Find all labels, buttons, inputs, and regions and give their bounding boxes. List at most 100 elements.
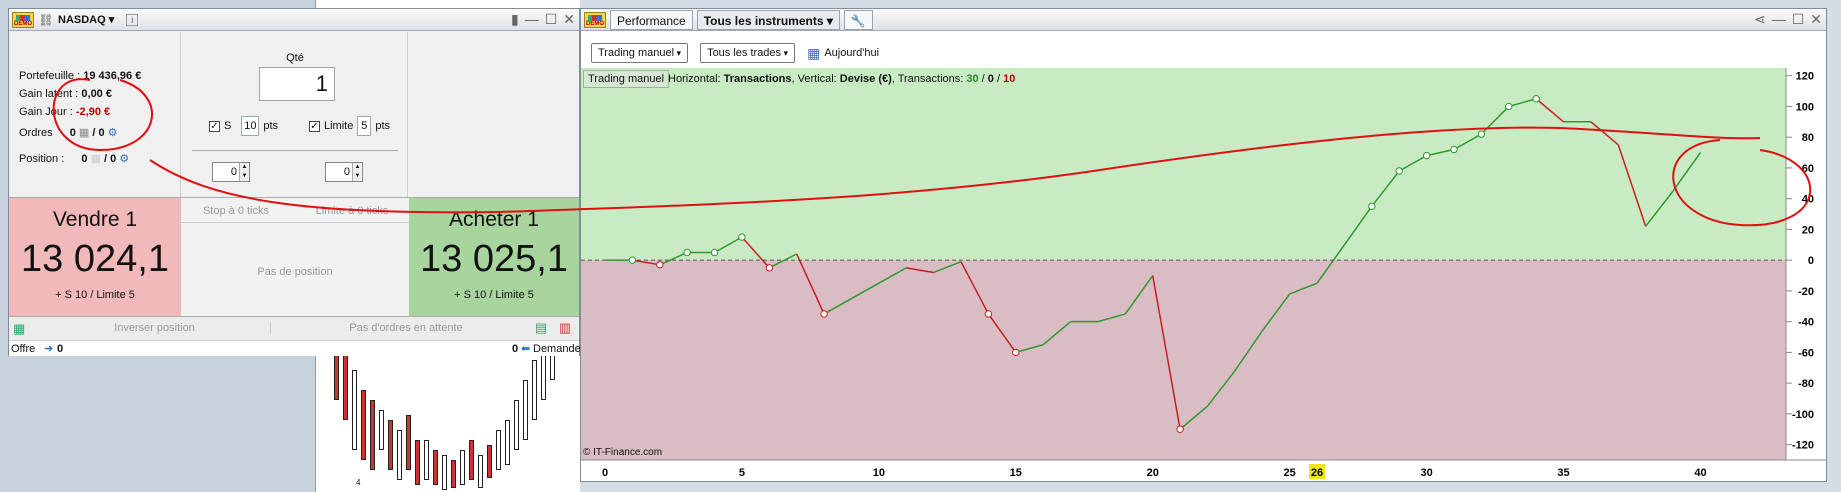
limit-ticks-spinner[interactable]: 0 ▲ ▼	[325, 162, 363, 182]
data-point	[1176, 425, 1184, 433]
position-label: Position :	[19, 153, 65, 165]
no-position-text: Pas de position	[257, 266, 333, 278]
calendar-icon[interactable]: ▦	[807, 45, 820, 62]
sell-button[interactable]: Vendre 1 13 024,1 + S 10 / Limite 5	[9, 197, 181, 316]
stop-input[interactable]: 10	[241, 116, 260, 136]
buy-price: 13 025,1	[420, 238, 568, 280]
candle	[424, 440, 429, 480]
ask-arrow-icon: ⬅	[521, 343, 531, 355]
x-tick-label: 20	[1147, 467, 1159, 479]
y-tick-label: -120	[1792, 440, 1814, 452]
candle	[388, 420, 393, 470]
candle	[523, 380, 528, 440]
buy-title: Acheter 1	[449, 208, 539, 231]
y-tick-label: -80	[1798, 378, 1814, 390]
day-gain-label: Gain Jour :	[19, 106, 73, 118]
buy-button[interactable]: Acheter 1 13 025,1 + S 10 / Limite 5	[409, 197, 579, 316]
position-settings-icon[interactable]: ⚙	[119, 153, 129, 165]
candle	[352, 370, 357, 450]
y-tick-label: 60	[1802, 163, 1814, 175]
wrench-icon[interactable]: 🔧	[843, 9, 873, 30]
position-count: 0	[81, 153, 88, 165]
stop-unit: pts	[263, 120, 279, 132]
y-tick-label: -60	[1798, 347, 1814, 359]
ask-value: 0	[512, 343, 519, 355]
position-grid-icon[interactable]: ▦	[91, 153, 101, 165]
link-icon[interactable]: ⛓	[38, 13, 54, 27]
legend-horizontal: Transactions	[723, 73, 792, 85]
stop-label: S	[224, 120, 232, 132]
x-tick-label: 5	[739, 467, 745, 479]
performance-chart: 120 100 80 60 40 20 0 -20 -40 -60 -80 -100 -120 0 5 10 1…	[581, 68, 1826, 479]
limit-unit: pts	[375, 120, 391, 132]
qty-label: Qté	[286, 52, 304, 64]
pending-orders-text: Pas d'ordres en attente	[349, 322, 463, 334]
minimize-icon[interactable]: —	[1772, 11, 1786, 28]
y-tick-label: 120	[1796, 71, 1814, 83]
action-bar: ▦ Inverser position Pas d'ordres en atte…	[9, 316, 579, 340]
stop-ticks-spinner[interactable]: 0 ▲ ▼	[212, 162, 250, 182]
tx-total: 30	[966, 73, 979, 85]
orders-settings-icon[interactable]: ⚙	[108, 127, 118, 139]
demo-badge-icon: DEMO	[584, 11, 606, 28]
chart-tab-manual[interactable]: Trading manuel	[583, 70, 670, 88]
close-icon[interactable]: ✕	[563, 11, 575, 28]
x-tick-label: 30	[1420, 467, 1432, 479]
candle	[379, 410, 384, 450]
orders-count: 0	[69, 127, 76, 139]
maximize-icon[interactable]: ☐	[545, 11, 558, 28]
orders-label: Ordres	[19, 127, 53, 139]
candle	[496, 430, 501, 470]
instrument-selector[interactable]: NASDAQ ▾	[58, 13, 114, 26]
order-panel-titlebar: DEMO ⛓ NASDAQ ▾ i ▮ — ☐ ✕	[9, 9, 579, 31]
candle	[478, 455, 483, 488]
limit-checkbox[interactable]: ✓	[309, 120, 320, 132]
data-point	[820, 310, 828, 318]
data-point	[1532, 95, 1540, 103]
y-tick-label: -40	[1798, 317, 1814, 329]
y-tick-label: 40	[1802, 194, 1814, 206]
close-icon[interactable]: ✕	[1810, 11, 1822, 28]
highlighted-x-label: 26	[1311, 467, 1323, 479]
orders-total: / 0	[92, 127, 105, 139]
quote-bar: Offre ➜ 0 0 ⬅ Demande	[9, 340, 581, 356]
filter-bar: Trading manuel Tous les trades ▦ Aujourd…	[591, 43, 879, 63]
trades-dropdown[interactable]: Tous les trades	[700, 43, 796, 63]
grid-view-icon[interactable]: ▦	[13, 321, 25, 337]
x-tick-label: 25	[1284, 467, 1296, 479]
x-tick-label: 35	[1557, 467, 1569, 479]
legend-tx: , Transactions:	[891, 73, 967, 85]
ask-label: Demande	[533, 343, 581, 355]
stop-checkbox[interactable]: ✓	[209, 120, 220, 132]
orders-grid-icon[interactable]: ▦	[79, 127, 89, 139]
ladder-view-icon[interactable]: ▥	[559, 320, 571, 336]
account-summary: Portefeuille : 19 436,96 € Gain latent :…	[9, 32, 181, 197]
legend-mid: , Vertical:	[791, 73, 840, 85]
chart-view-icon[interactable]: ▤	[535, 320, 547, 336]
share-icon[interactable]: ⋖	[1754, 11, 1766, 28]
data-point	[710, 248, 719, 257]
candle	[415, 440, 420, 485]
maximize-icon[interactable]: ☐	[1792, 11, 1805, 28]
pin-icon[interactable]: ▮	[511, 11, 519, 28]
order-panel-window: DEMO ⛓ NASDAQ ▾ i ▮ — ☐ ✕ Portefeuille :…	[8, 8, 581, 356]
candle	[505, 420, 510, 465]
minimize-icon[interactable]: —	[525, 11, 539, 28]
instrument-filter-tab[interactable]: Tous les instruments ▾	[696, 9, 840, 30]
mode-dropdown[interactable]: Trading manuel	[591, 43, 689, 63]
demo-badge-icon: DEMO	[12, 11, 34, 28]
sell-price: 13 024,1	[21, 238, 169, 280]
bid-arrow-icon: ➜	[44, 343, 54, 355]
tx-sep: /	[993, 73, 1004, 85]
qty-input[interactable]: 1	[259, 67, 335, 101]
bid-value: 0	[57, 343, 64, 355]
info-icon[interactable]: i	[126, 13, 139, 26]
data-point	[765, 264, 774, 272]
tx-losses: 10	[1003, 73, 1016, 85]
limit-input[interactable]: 5	[357, 116, 372, 136]
reverse-position-button[interactable]: Inverser position	[39, 322, 271, 334]
candle	[469, 440, 474, 480]
tab-performance[interactable]: Performance	[610, 9, 693, 30]
y-tick-label: -20	[1798, 286, 1814, 298]
date-label[interactable]: Aujourd'hui	[824, 47, 879, 59]
